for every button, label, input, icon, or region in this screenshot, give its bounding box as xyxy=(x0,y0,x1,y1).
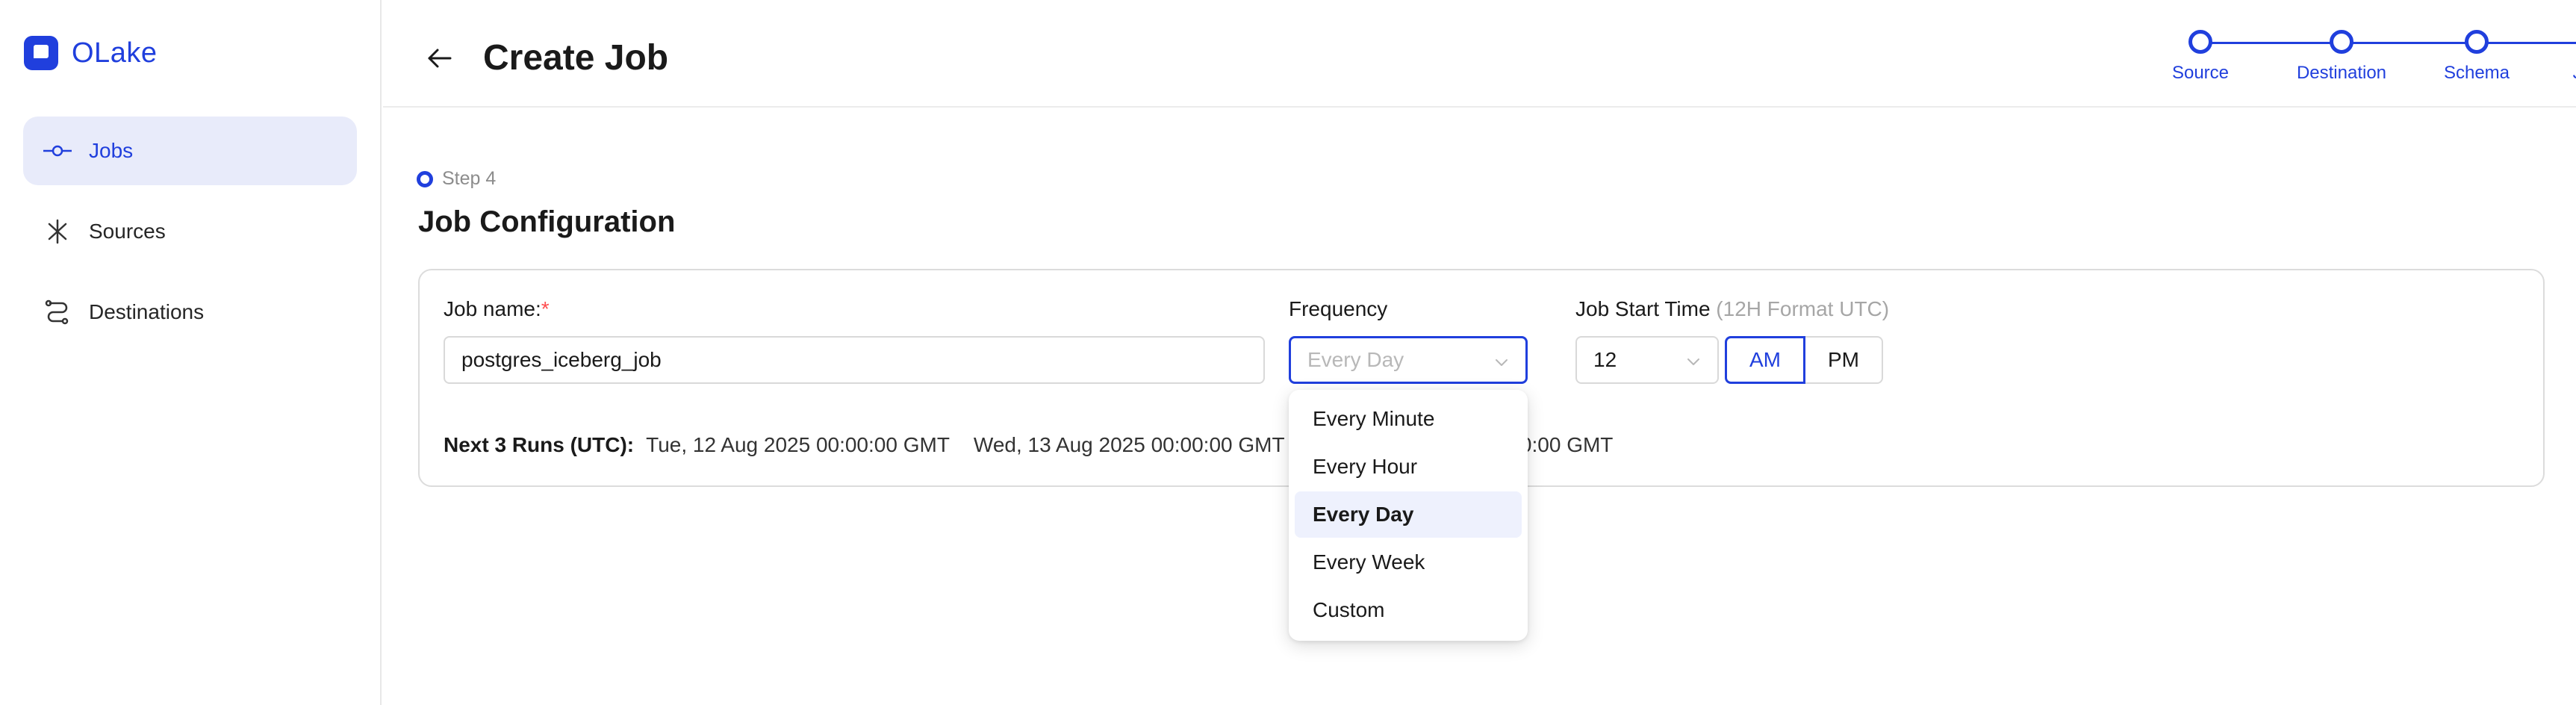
commit-icon xyxy=(41,134,74,167)
dropdown-option-every-hour[interactable]: Every Hour xyxy=(1295,444,1522,490)
frequency-select[interactable]: Every Day xyxy=(1289,336,1528,384)
step-dot xyxy=(2330,30,2353,54)
step-source[interactable]: Source xyxy=(2126,30,2275,84)
sidebar-item-jobs[interactable]: Jobs xyxy=(23,117,357,185)
sidebar: OLake Jobs Sources Destinations xyxy=(0,0,382,705)
page-header: Create Job Source Destination Schema Job… xyxy=(383,0,2576,108)
page-title: Create Job xyxy=(483,38,669,78)
progress-stepper: Source Destination Schema Job Config xyxy=(2031,0,2576,108)
next-run-value: Tue, 12 Aug 2025 00:00:00 GMT xyxy=(646,433,950,456)
hour-select[interactable]: 12 xyxy=(1575,336,1719,384)
step-dot xyxy=(2188,30,2212,54)
sidebar-nav: Jobs Sources Destinations xyxy=(23,117,357,358)
step-destination[interactable]: Destination xyxy=(2267,30,2416,84)
sidebar-item-destinations[interactable]: Destinations xyxy=(23,278,357,347)
required-asterisk: * xyxy=(541,297,550,320)
am-button[interactable]: AM xyxy=(1725,336,1805,384)
job-name-label-text: Job name: xyxy=(444,297,541,320)
chevron-down-icon xyxy=(1496,359,1508,366)
step-label: Schema xyxy=(2443,63,2510,83)
step-job-config[interactable]: Job Config xyxy=(2541,30,2576,84)
sidebar-item-sources[interactable]: Sources xyxy=(23,197,357,266)
step-label: Job Config xyxy=(2541,63,2576,84)
step-indicator-dot-icon xyxy=(417,170,433,187)
sidebar-item-label: Sources xyxy=(89,220,166,243)
step-schema[interactable]: Schema xyxy=(2402,30,2551,84)
section-title: Job Configuration xyxy=(418,205,676,238)
frequency-label: Frequency xyxy=(1289,297,1388,320)
start-time-label: Job Start Time (12H Format UTC) xyxy=(1575,297,1889,321)
pm-button[interactable]: PM xyxy=(1805,336,1883,384)
sidebar-item-label: Jobs xyxy=(89,139,134,162)
step-label: Destination xyxy=(2296,63,2387,83)
job-name-label: Job name:* xyxy=(444,297,550,321)
dropdown-option-every-minute[interactable]: Every Minute xyxy=(1295,396,1522,442)
back-arrow-icon[interactable] xyxy=(425,43,455,73)
step-number: Step 4 xyxy=(442,168,497,189)
app-root: OLake Jobs Sources Destinations Create J… xyxy=(0,0,2576,705)
app-name: OLake xyxy=(72,37,158,69)
route-icon xyxy=(41,296,74,329)
app-logo[interactable]: OLake xyxy=(24,36,157,70)
step-dot xyxy=(2465,30,2489,54)
sidebar-item-label: Destinations xyxy=(89,300,205,323)
dropdown-option-every-day[interactable]: Every Day xyxy=(1295,491,1522,538)
am-pm-toggle: AM PM xyxy=(1725,336,1883,384)
hour-select-value: 12 xyxy=(1593,348,1617,371)
step-indicator: Step 4 xyxy=(417,168,496,190)
sparkle-icon xyxy=(41,215,74,248)
frequency-select-value: Every Day xyxy=(1307,348,1404,371)
next-run-value: Wed, 13 Aug 2025 00:00:00 GMT xyxy=(973,433,1285,456)
next-runs-label: Next 3 Runs (UTC): xyxy=(444,433,635,456)
dropdown-option-custom[interactable]: Custom xyxy=(1295,587,1522,633)
frequency-dropdown: Every Minute Every Hour Every Day Every … xyxy=(1289,390,1528,641)
step-label: Source xyxy=(2171,63,2230,83)
start-time-label-text: Job Start Time xyxy=(1575,297,1711,320)
dropdown-option-every-week[interactable]: Every Week xyxy=(1295,539,1522,586)
chevron-down-icon xyxy=(1687,358,1699,365)
job-name-input[interactable]: postgres_iceberg_job xyxy=(444,336,1265,384)
olake-logo-icon xyxy=(24,36,58,70)
start-time-hint: (12H Format UTC) xyxy=(1716,297,1890,320)
